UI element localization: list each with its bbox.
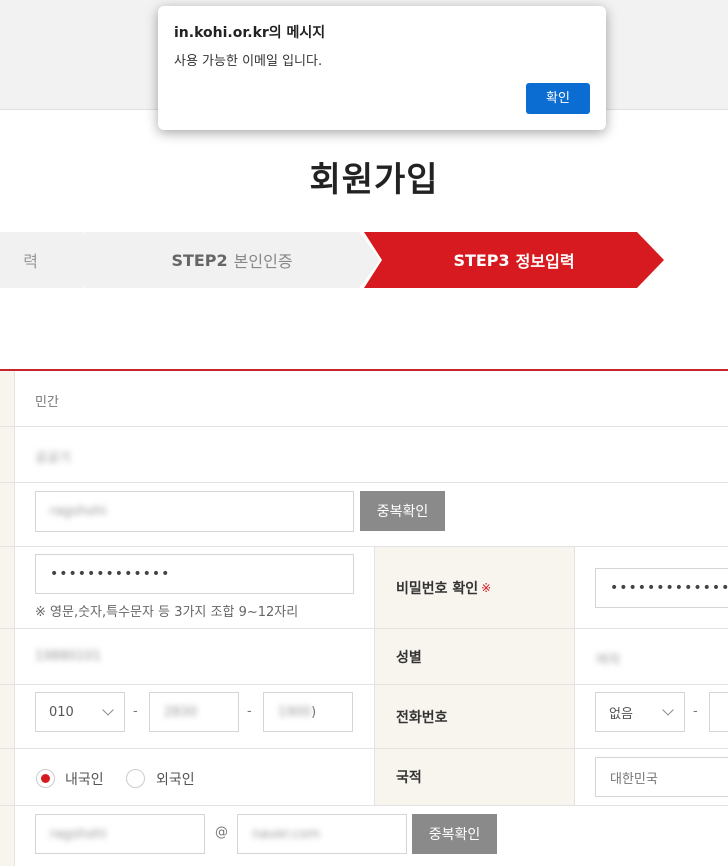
email-domain-value: naver.com [252, 826, 320, 842]
row-nationality: 내국인 외국인 국적 대한민국 [0, 749, 728, 806]
radio-domestic-label: 내국인 [65, 772, 104, 788]
radio-domestic[interactable] [36, 769, 55, 788]
org-name-value: 공공기 [35, 451, 71, 466]
required-mark: ※ [481, 580, 492, 595]
tel-prefix-select[interactable]: 없음 [595, 692, 685, 732]
label-cell [0, 427, 15, 482]
email-id-input[interactable]: ragshohi [35, 814, 205, 854]
nationality-label-cell: 국적 [374, 749, 575, 805]
password-hint: ※ 영문,숫자,특수문자 등 3가지 조합 9~12자리 [35, 605, 299, 620]
label-cell [0, 629, 15, 684]
tel-mid-input[interactable] [709, 692, 728, 732]
phone-prefix-select[interactable]: 010 [35, 692, 125, 732]
email-domain-input[interactable]: naver.com [237, 814, 407, 854]
user-id-value: ragshohi [50, 504, 107, 519]
password-confirm-label: 비밀번호 확인 [396, 580, 479, 597]
chevron-down-icon [102, 704, 114, 716]
step-3-active: STEP3 정보입력 [364, 232, 664, 288]
email-dup-check-button[interactable]: 중복확인 [412, 814, 497, 854]
label-cell [0, 483, 15, 546]
gender-value: 여자 [596, 653, 620, 668]
nationality-label: 국적 [396, 770, 422, 786]
org-type-value: 민간 [35, 395, 59, 410]
phone-prefix-value: 010 [49, 704, 74, 720]
radio-foreign[interactable] [126, 769, 145, 788]
password-confirm-input[interactable]: ••••••••••••• [595, 568, 728, 608]
dash: - [693, 704, 698, 719]
nationality-value: 대한민국 [610, 771, 658, 787]
dialog-ok-button[interactable]: 확인 [526, 83, 590, 114]
radio-foreign-label: 외국인 [156, 772, 195, 788]
password-confirm-value: ••••••••••••• [610, 580, 728, 596]
password-confirm-label-cell: 비밀번호 확인 ※ [374, 547, 575, 628]
email-id-value: ragshohi [50, 826, 107, 842]
row-password: ••••••••••••• ※ 영문,숫자,특수문자 등 3가지 조합 9~12… [0, 547, 728, 629]
signup-steps: 력 STEP2 본인인증 STEP3 정보입력 [0, 232, 728, 288]
row-phone: 010 - 2830 - 1900) 전화번호 없음 - [0, 685, 728, 749]
page-title: 회원가입 [309, 160, 439, 200]
id-dup-check-button[interactable]: 중복확인 [360, 491, 445, 531]
gender-label-cell: 성별 [374, 629, 575, 684]
label-cell [0, 547, 15, 628]
phone-mid-value: 2830 [164, 704, 198, 720]
step-3-num: STEP3 [453, 250, 510, 270]
step-2-num: STEP2 [171, 250, 228, 270]
label-cell [0, 371, 15, 426]
row-email: ragshohi @ naver.com 중복확인 [0, 806, 728, 866]
row-user-id: ragshohi 중복확인 [0, 483, 728, 547]
row-birth-gender: 19880101 성별 여자 [0, 629, 728, 685]
dialog-title: in.kohi.or.kr의 메시지 [174, 25, 326, 41]
step-3-name: 정보입력 [515, 252, 575, 271]
label-cell [0, 806, 15, 866]
nationality-input[interactable]: 대한민국 [595, 757, 728, 797]
dash: - [133, 704, 138, 719]
dialog-message: 사용 가능한 이메일 입니다. [174, 54, 323, 69]
step-1-name: 력 [23, 252, 38, 271]
phone-last-input[interactable]: 1900) [263, 692, 353, 732]
user-id-input[interactable]: ragshohi [35, 491, 354, 532]
tel-prefix-value: 없음 [609, 706, 633, 722]
alert-dialog: in.kohi.or.kr의 메시지 사용 가능한 이메일 입니다. 확인 [158, 6, 606, 130]
signup-form: 민간 공공기 ragshohi 중복확인 ••••••••••••• ※ 영문,… [0, 369, 728, 866]
row-org-type: 민간 [0, 371, 728, 427]
phone-label-cell: 전화번호 [374, 685, 575, 748]
phone-last-suffix: ) [311, 704, 317, 720]
phone-last-value: 1900 [278, 704, 312, 720]
row-org-name: 공공기 [0, 427, 728, 483]
phone-label: 전화번호 [396, 709, 448, 726]
chevron-down-icon [662, 704, 674, 716]
signup-page: in.kohi.or.kr의 메시지 사용 가능한 이메일 입니다. 확인 회원… [0, 0, 728, 866]
gender-label: 성별 [396, 649, 422, 666]
label-cell [0, 685, 15, 748]
birth-value: 19880101 [35, 649, 102, 664]
phone-mid-input[interactable]: 2830 [149, 692, 239, 732]
step-2-name: 본인인증 [233, 252, 293, 271]
password-value: ••••••••••••• [50, 566, 171, 582]
label-cell [0, 749, 15, 805]
dash: - [247, 704, 252, 719]
password-input[interactable]: ••••••••••••• [35, 554, 354, 594]
step-2: STEP2 본인인증 [84, 232, 380, 288]
email-at-sign: @ [215, 825, 228, 840]
